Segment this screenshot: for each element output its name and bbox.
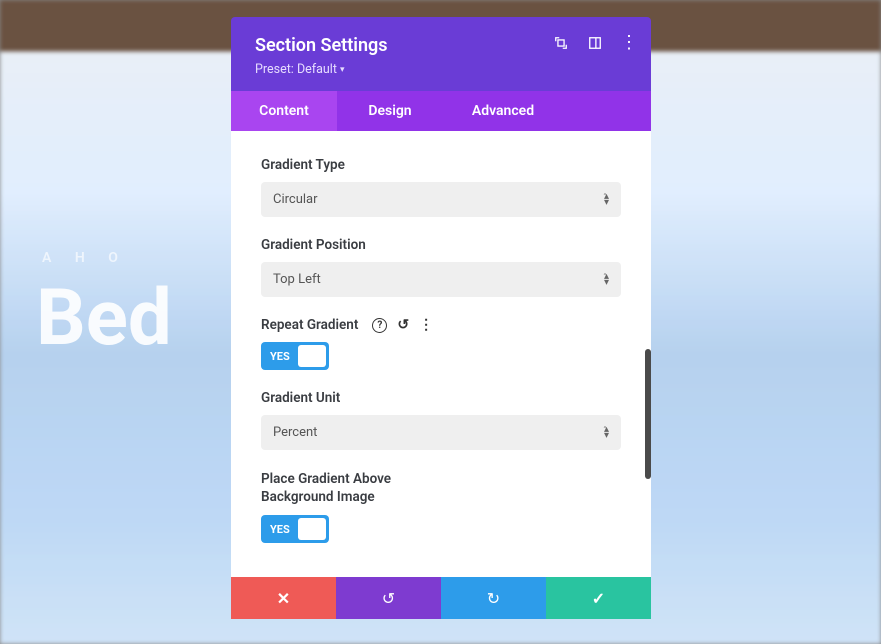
field-gradient-type: Gradient Type Circular ▴▾ bbox=[261, 157, 621, 217]
preset-value: Default bbox=[297, 62, 337, 77]
toggle-knob bbox=[298, 518, 326, 540]
select-gradient-type[interactable]: Circular ▴▾ bbox=[261, 182, 621, 217]
field-gradient-position: Gradient Position Top Left ▴▾ bbox=[261, 237, 621, 297]
save-button[interactable] bbox=[546, 577, 651, 619]
select-caret-icon: ▴▾ bbox=[604, 274, 609, 286]
toggle-place-above-value: YES bbox=[261, 523, 290, 536]
header-actions: ⋮ bbox=[553, 35, 637, 51]
label-place-above: Place Gradient Above Background Image bbox=[261, 470, 461, 506]
select-gradient-position[interactable]: Top Left ▴▾ bbox=[261, 262, 621, 297]
label-gradient-type: Gradient Type bbox=[261, 157, 621, 173]
toggle-place-above[interactable]: YES bbox=[261, 515, 329, 543]
more-icon[interactable]: ⋮ bbox=[419, 317, 433, 333]
reset-icon[interactable]: ↺ bbox=[397, 317, 409, 333]
select-gradient-type-value: Circular bbox=[273, 192, 318, 207]
preset-prefix: Preset: bbox=[255, 62, 297, 77]
expand-icon[interactable] bbox=[553, 35, 569, 51]
undo-icon bbox=[382, 589, 395, 608]
hero-tagline: A H O bbox=[42, 250, 172, 266]
tab-content[interactable]: Content bbox=[231, 91, 337, 131]
panel: Gradient Type Circular ▴▾ Gradient Posit… bbox=[231, 131, 651, 577]
toggle-repeat-gradient-value: YES bbox=[261, 350, 290, 363]
footer bbox=[231, 577, 651, 619]
preset-selector[interactable]: Preset: Default▾ bbox=[255, 62, 627, 77]
more-icon[interactable]: ⋮ bbox=[621, 35, 637, 51]
field-place-above: Place Gradient Above Background Image YE… bbox=[261, 470, 621, 543]
help-icon[interactable]: ? bbox=[372, 318, 387, 333]
check-icon bbox=[592, 589, 605, 608]
label-gradient-position: Gradient Position bbox=[261, 237, 621, 253]
field-repeat-gradient: Repeat Gradient ? ↺ ⋮ YES bbox=[261, 317, 621, 370]
label-gradient-unit: Gradient Unit bbox=[261, 390, 621, 406]
label-repeat-gradient-text: Repeat Gradient bbox=[261, 317, 358, 333]
close-button[interactable] bbox=[231, 577, 336, 619]
label-repeat-gradient: Repeat Gradient ? ↺ ⋮ bbox=[261, 317, 621, 333]
select-gradient-unit-value: Percent bbox=[273, 425, 317, 440]
hero-title: Bed bbox=[36, 280, 172, 358]
select-caret-icon: ▴▾ bbox=[604, 427, 609, 439]
label-inline-icons: ? ↺ ⋮ bbox=[372, 317, 433, 333]
select-gradient-unit[interactable]: Percent ▴▾ bbox=[261, 415, 621, 450]
chevron-down-icon: ▾ bbox=[340, 65, 345, 75]
scrollbar[interactable] bbox=[645, 349, 651, 479]
modal-header: Section Settings Preset: Default▾ ⋮ bbox=[231, 17, 651, 91]
tabs: Content Design Advanced bbox=[231, 91, 651, 131]
tab-advanced[interactable]: Advanced bbox=[443, 91, 563, 131]
close-icon bbox=[277, 589, 290, 608]
toggle-knob bbox=[298, 345, 326, 367]
tab-design[interactable]: Design bbox=[337, 91, 443, 131]
toggle-repeat-gradient[interactable]: YES bbox=[261, 342, 329, 370]
select-caret-icon: ▴▾ bbox=[604, 194, 609, 206]
field-gradient-unit: Gradient Unit Percent ▴▾ bbox=[261, 390, 621, 450]
redo-icon bbox=[487, 589, 500, 608]
hero-text: A H O Bed bbox=[36, 250, 172, 358]
snap-icon[interactable] bbox=[587, 35, 603, 51]
undo-button[interactable] bbox=[336, 577, 441, 619]
select-gradient-position-value: Top Left bbox=[273, 272, 321, 287]
redo-button[interactable] bbox=[441, 577, 546, 619]
